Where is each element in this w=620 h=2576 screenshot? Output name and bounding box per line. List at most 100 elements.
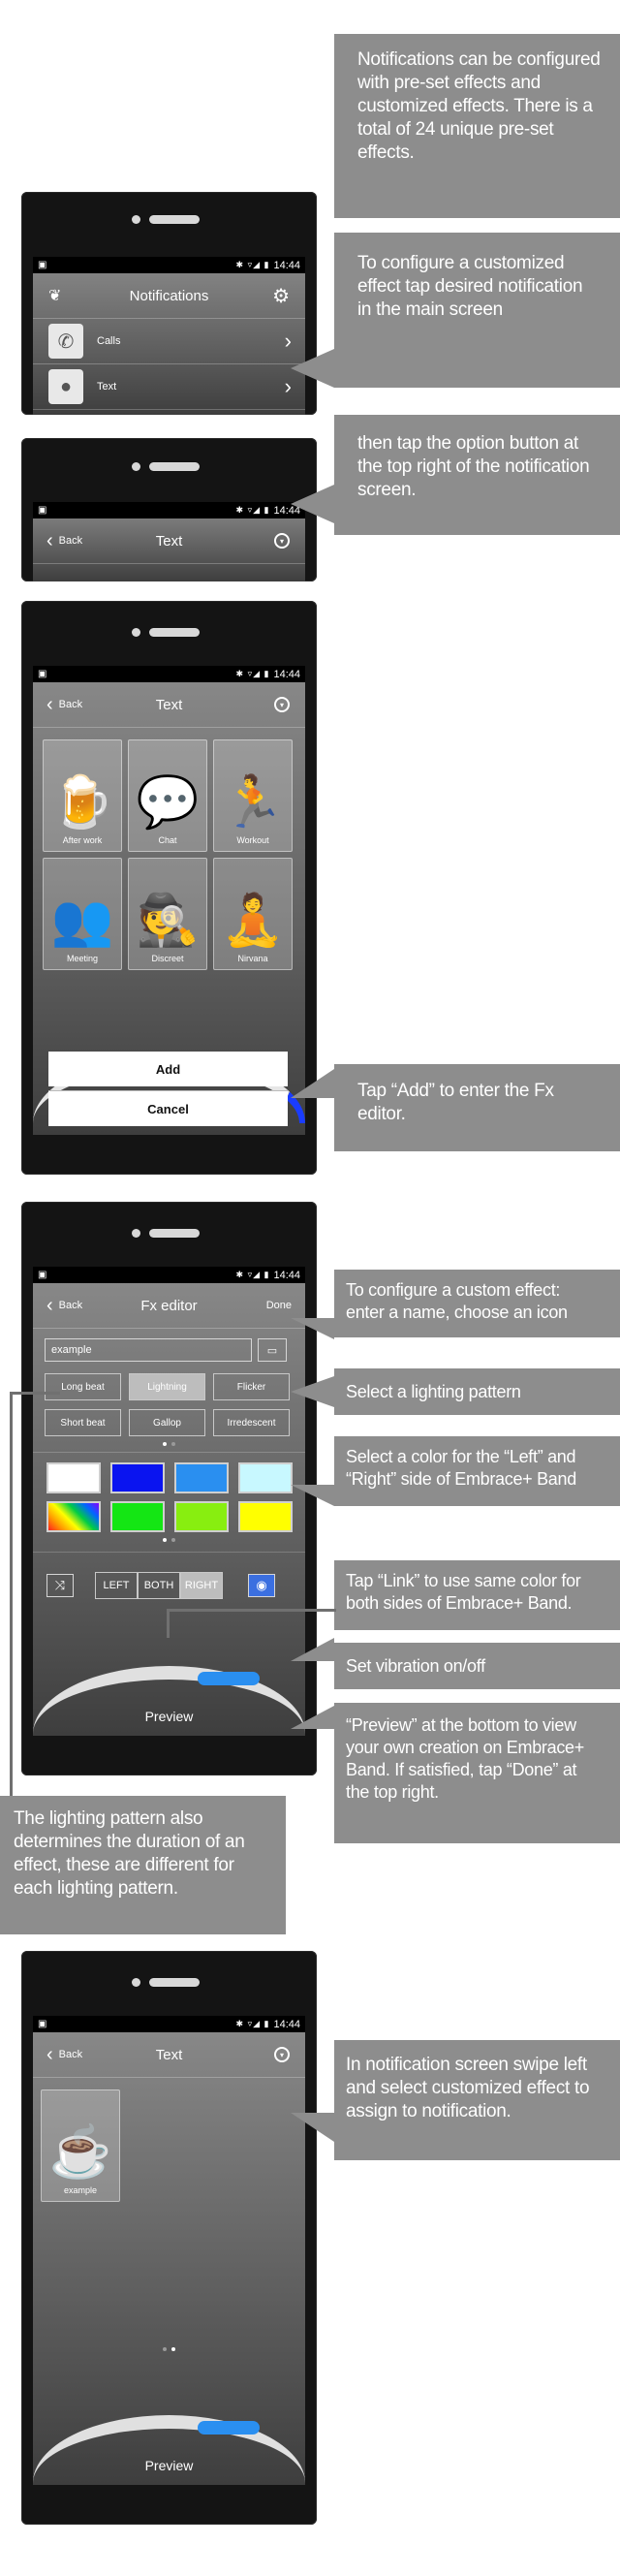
options-button[interactable]: ▾ xyxy=(274,2047,290,2062)
callout-colors: Select a color for the “Left” and “Right… xyxy=(334,1436,620,1506)
back-button[interactable]: ‹ Back xyxy=(46,2045,82,2064)
screen: ▣ ✱ ▿◢ ▮ 14:44 ‹ Back Fx editor Done ▭ Lo… xyxy=(33,1267,305,1736)
callout-pointer xyxy=(291,1485,334,1506)
effect-tile-workout[interactable]: 🏃 Workout xyxy=(213,739,293,852)
page-title: Text xyxy=(155,532,183,550)
back-button[interactable]: ‹ Back xyxy=(46,695,82,714)
screen: ▣ ✱ ▿◢ ▮ 14:44 ‹ Back Text ▾ ☕ example Pr… xyxy=(33,2016,305,2485)
phone-mockup-custom-effect: ▣ ✱ ▿◢ ▮ 14:44 ‹ Back Text ▾ ☕ example Pr… xyxy=(21,1951,317,2525)
chevron-left-icon: ‹ xyxy=(46,1295,53,1316)
callout-preview: “Preview” at the bottom to view your own… xyxy=(334,1703,620,1843)
right-side-button[interactable]: RIGHT xyxy=(180,1572,223,1599)
options-button[interactable]: ▾ xyxy=(274,533,290,549)
status-icons: ✱ ▿◢ ▮ xyxy=(235,669,270,678)
shuffle-button[interactable]: ⤨ xyxy=(46,1574,74,1597)
color-swatch-rainbow[interactable] xyxy=(46,1501,101,1532)
pattern-short-beat[interactable]: Short beat xyxy=(45,1409,121,1436)
choose-icon-button[interactable]: ▭ xyxy=(258,1338,287,1362)
notification-row-calls[interactable]: ✆ Calls › xyxy=(33,319,305,364)
done-button[interactable]: Done xyxy=(266,1300,292,1311)
callout-pointer xyxy=(291,1376,334,1407)
back-button[interactable]: ‹ Back xyxy=(46,531,82,550)
page-indicator xyxy=(33,2347,305,2351)
status-bar: ▣ ✱ ▿◢ ▮ 14:44 xyxy=(33,502,305,518)
message-icon: ▣ xyxy=(38,260,47,270)
effect-name-input[interactable] xyxy=(45,1338,252,1362)
row-label: Text xyxy=(97,381,117,393)
callout-tap-notification: To configure a customized effect tap des… xyxy=(334,233,620,388)
status-icons: ✱ ▿◢ ▮ xyxy=(235,260,270,269)
preview-button[interactable]: Preview xyxy=(33,2458,305,2473)
status-bar: ▣ ✱ ▿◢ ▮ 14:44 xyxy=(33,1267,305,1283)
status-icons: ✱ ▿◢ ▮ xyxy=(235,2019,270,2028)
effect-tile-chat[interactable]: 💬 Chat xyxy=(128,739,207,852)
callout-pointer xyxy=(291,349,334,388)
left-side-button[interactable]: LEFT xyxy=(95,1572,138,1599)
tile-label: example xyxy=(63,2185,98,2195)
speaker-bar xyxy=(149,215,200,224)
message-icon: ▣ xyxy=(38,2019,47,2029)
leaf-icon[interactable]: ❦ xyxy=(48,286,61,305)
speaker-bar xyxy=(149,1978,200,1987)
callout-pointer xyxy=(291,1706,334,1729)
callout-pointer xyxy=(291,485,334,523)
pattern-gallop[interactable]: Gallop xyxy=(129,1409,205,1436)
color-page-indicator xyxy=(33,1538,305,1542)
back-button[interactable]: ‹ Back xyxy=(46,1296,82,1315)
color-grid xyxy=(33,1452,305,1532)
message-icon: ▣ xyxy=(38,669,47,679)
side-controls: ⤨ LEFT BOTH RIGHT ◉ xyxy=(33,1552,305,1599)
effect-tile-meeting[interactable]: 👥 Meeting xyxy=(43,858,122,970)
color-swatch-pale-cyan[interactable] xyxy=(238,1462,293,1493)
title-bar: ‹ Back Text ▾ xyxy=(33,2032,305,2078)
tile-label: After work xyxy=(62,835,103,845)
band-highlight xyxy=(198,2421,260,2435)
speaker-bar xyxy=(149,462,200,471)
callout-lighting-pattern: Select a lighting pattern xyxy=(334,1368,620,1415)
color-swatch-green[interactable] xyxy=(110,1501,165,1532)
camera-dot xyxy=(132,462,140,471)
gear-icon[interactable]: ⚙ xyxy=(272,284,290,308)
band-highlight xyxy=(198,1672,260,1685)
title-bar: ‹ Back Text ▾ xyxy=(33,518,305,564)
message-icon: ▣ xyxy=(38,1270,47,1280)
options-button[interactable]: ▾ xyxy=(274,697,290,712)
preview-button[interactable]: Preview xyxy=(33,1709,305,1724)
speaker-bar xyxy=(149,628,200,637)
color-swatch-yellow[interactable] xyxy=(238,1501,293,1532)
screen: ▣ ✱ ▿◢ ▮ 14:44 ❦ Notifications ⚙ ✆ Calls… xyxy=(33,257,305,415)
screen: ▣ ✱ ▿◢ ▮ 14:44 ‹ Back Text ▾ xyxy=(33,502,305,581)
pattern-irredescent[interactable]: Irredescent xyxy=(213,1409,290,1436)
clock: 14:44 xyxy=(273,668,300,680)
callout-intro: Notifications can be configured with pre… xyxy=(334,34,620,218)
status-bar: ▣ ✱ ▿◢ ▮ 14:44 xyxy=(33,666,305,682)
effect-tile-after-work[interactable]: 🍺 After work xyxy=(43,739,122,852)
color-swatch-white[interactable] xyxy=(46,1462,101,1493)
chat-people-icon: 💬 xyxy=(136,774,200,831)
pattern-flicker[interactable]: Flicker xyxy=(213,1373,290,1400)
clock: 14:44 xyxy=(273,1269,300,1281)
cancel-button[interactable]: Cancel xyxy=(48,1090,288,1126)
color-swatch-light-blue[interactable] xyxy=(174,1462,229,1493)
link-both-button[interactable]: BOTH xyxy=(138,1572,180,1599)
title-bar: ❦ Notifications ⚙ xyxy=(33,273,305,319)
link-connector-line xyxy=(167,1609,170,1638)
name-row: ▭ xyxy=(33,1329,305,1362)
status-bar: ▣ ✱ ▿◢ ▮ 14:44 xyxy=(33,2016,305,2032)
add-button[interactable]: Add xyxy=(48,1052,288,1086)
camera-dot xyxy=(132,1229,140,1238)
chevron-left-icon: ‹ xyxy=(46,2044,53,2065)
effect-tile-discreet[interactable]: 🕵 Discreet xyxy=(128,858,207,970)
pattern-long-beat[interactable]: Long beat xyxy=(45,1373,121,1400)
vibration-toggle[interactable]: ◉ xyxy=(248,1574,275,1597)
color-swatch-blue[interactable] xyxy=(110,1462,165,1493)
effect-tile-nirvana[interactable]: 🧘 Nirvana xyxy=(213,858,293,970)
beer-mug-icon: 🍺 xyxy=(50,774,114,831)
color-swatch-lime[interactable] xyxy=(174,1501,229,1532)
pattern-grid: Long beat Lightning Flicker Short beat G… xyxy=(33,1362,305,1436)
pattern-lightning[interactable]: Lightning xyxy=(129,1373,205,1400)
notification-row-text[interactable]: ● Text › xyxy=(33,364,305,410)
custom-effect-tile[interactable]: ☕ example xyxy=(41,2089,120,2202)
effect-grid: 🍺 After work 💬 Chat 🏃 Workout 👥 Meeting 🕵 Dis… xyxy=(33,728,305,982)
page-title: Fx editor xyxy=(140,1297,198,1314)
